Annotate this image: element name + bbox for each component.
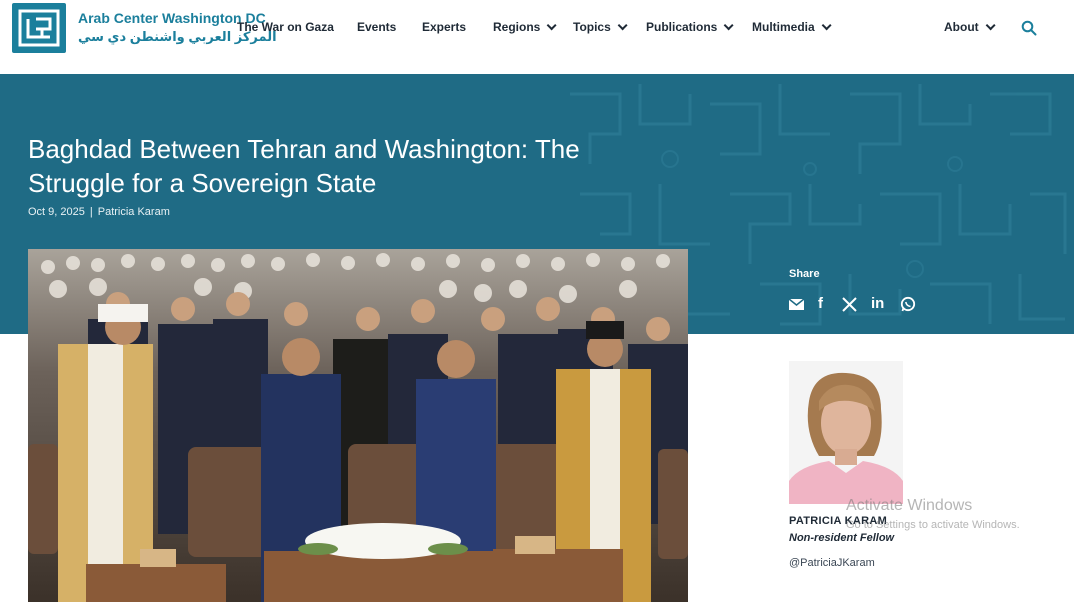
- share-label: Share: [789, 268, 820, 280]
- nav-about[interactable]: About: [944, 20, 996, 34]
- search-icon[interactable]: [1021, 20, 1037, 36]
- author-twitter-handle[interactable]: @PatriciaJKaram: [789, 557, 875, 569]
- article-author-link[interactable]: Patricia Karam: [98, 206, 170, 218]
- nav-experts[interactable]: Experts: [422, 20, 466, 34]
- article-meta: Oct 9, 2025 | Patricia Karam: [28, 206, 170, 218]
- activate-windows-subtitle: Go to Settings to activate Windows.: [846, 519, 1020, 531]
- logo-icon[interactable]: [12, 3, 66, 53]
- nav-regions[interactable]: Regions: [493, 20, 557, 34]
- email-icon[interactable]: [788, 295, 805, 313]
- author-role: Non-resident Fellow: [789, 532, 895, 544]
- nav-multimedia[interactable]: Multimedia: [752, 20, 832, 34]
- article-title: Baghdad Between Tehran and Washington: T…: [28, 134, 580, 198]
- chevron-down-icon: [617, 20, 628, 31]
- article-date: Oct 9, 2025: [28, 206, 85, 218]
- nav-publications[interactable]: Publications: [646, 20, 734, 34]
- chevron-down-icon: [724, 20, 734, 31]
- x-icon[interactable]: [842, 295, 857, 313]
- nav-war-on-gaza[interactable]: The War on Gaza: [237, 20, 334, 34]
- whatsapp-icon[interactable]: [900, 295, 916, 313]
- activate-windows-title: Activate Windows: [846, 497, 973, 514]
- chevron-down-icon: [821, 20, 832, 31]
- facebook-icon[interactable]: f: [818, 295, 823, 313]
- chevron-down-icon: [985, 20, 996, 31]
- author-avatar[interactable]: [789, 361, 903, 504]
- nav-events[interactable]: Events: [357, 20, 396, 34]
- nav-topics[interactable]: Topics: [573, 20, 628, 34]
- linkedin-icon[interactable]: in: [871, 295, 884, 313]
- article-photo: [28, 249, 688, 602]
- site-header: Arab Center Washington DC المركز العربي …: [0, 0, 1074, 74]
- meta-separator: |: [89, 206, 93, 218]
- chevron-down-icon: [547, 20, 557, 31]
